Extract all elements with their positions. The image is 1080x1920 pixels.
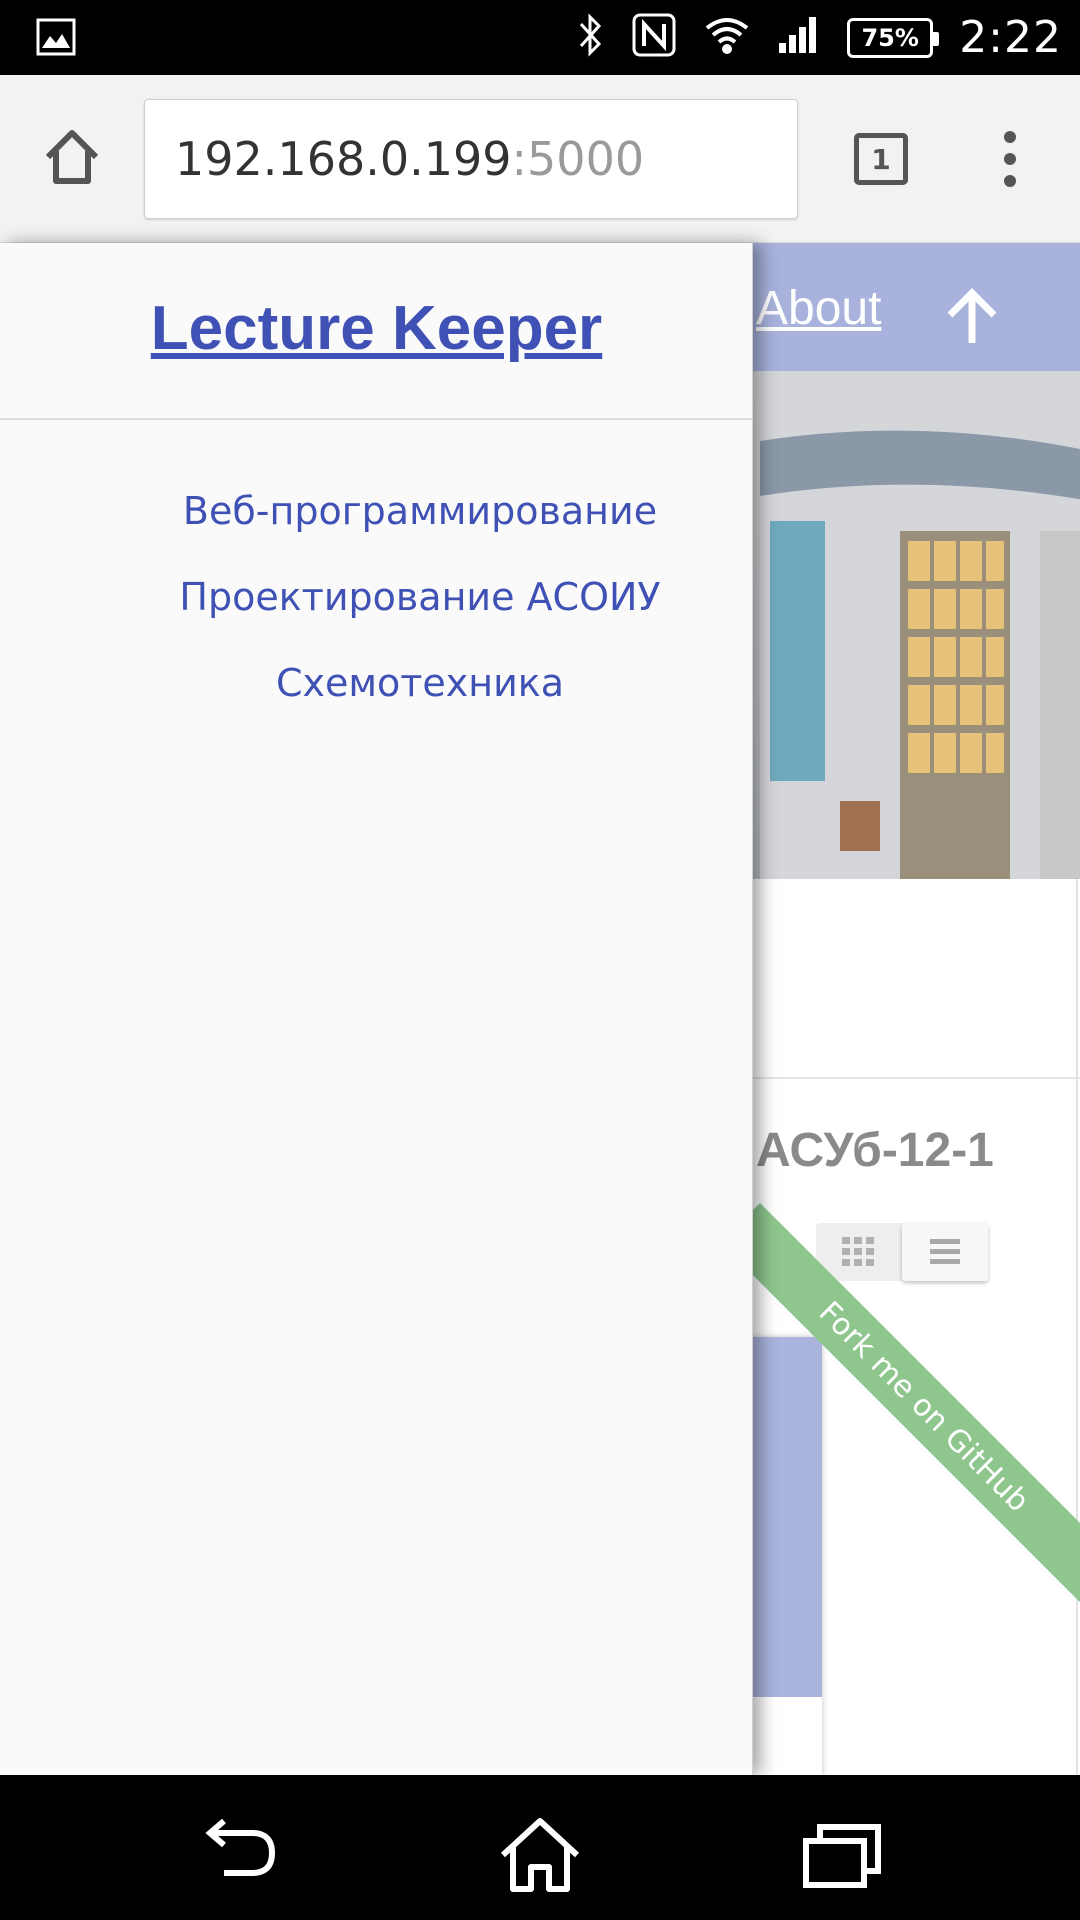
section-divider xyxy=(740,1077,1080,1079)
view-toggle[interactable] xyxy=(816,1223,988,1281)
grid-view-icon[interactable] xyxy=(842,1237,876,1272)
course-link-circuits[interactable]: Схемотехника xyxy=(0,640,840,726)
status-bar: 75% 2:22 xyxy=(0,0,1080,75)
drawer-title-link[interactable]: Lecture Keeper xyxy=(0,293,753,364)
drawer-divider xyxy=(0,418,753,420)
content-border xyxy=(1076,879,1078,1775)
course-link-asoiu[interactable]: Проектирование АСОИУ xyxy=(0,554,840,640)
ribbon-text: Fork me on GitHub xyxy=(812,1294,1037,1519)
group-title: АСУб-12-1 xyxy=(756,1124,994,1177)
arrow-up-icon[interactable] xyxy=(940,285,1004,349)
url-bar[interactable]: 192.168.0.199:5000 xyxy=(144,99,798,219)
course-link-web[interactable]: Веб-программирование xyxy=(0,468,840,554)
back-icon[interactable] xyxy=(196,1815,286,1895)
wifi-icon xyxy=(703,14,751,61)
recents-icon[interactable] xyxy=(798,1815,888,1895)
navigation-drawer: Lecture Keeper Веб-программирование Прое… xyxy=(0,243,753,1775)
browser-toolbar: 192.168.0.199:5000 1 xyxy=(0,75,1080,243)
image-icon xyxy=(36,18,76,61)
system-nav-bar xyxy=(0,1775,1080,1920)
bluetooth-icon xyxy=(575,12,605,63)
overflow-menu-icon[interactable] xyxy=(1000,131,1020,187)
tab-count: 1 xyxy=(871,142,891,176)
about-link[interactable]: About xyxy=(756,281,881,336)
clock: 2:22 xyxy=(959,12,1062,63)
url-host: 192.168.0.199 xyxy=(175,132,512,186)
list-view-button[interactable] xyxy=(902,1223,988,1281)
url-port: :5000 xyxy=(511,132,645,186)
tabs-icon[interactable]: 1 xyxy=(854,133,908,185)
list-view-icon xyxy=(930,1237,960,1272)
nfc-icon xyxy=(631,12,677,63)
battery-level: 75% xyxy=(861,23,919,52)
signal-icon xyxy=(777,15,821,60)
home-icon[interactable] xyxy=(40,125,104,189)
battery-icon: 75% xyxy=(847,17,940,58)
nav-home-icon[interactable] xyxy=(495,1815,585,1895)
course-list: Веб-программирование Проектирование АСОИ… xyxy=(0,468,840,726)
